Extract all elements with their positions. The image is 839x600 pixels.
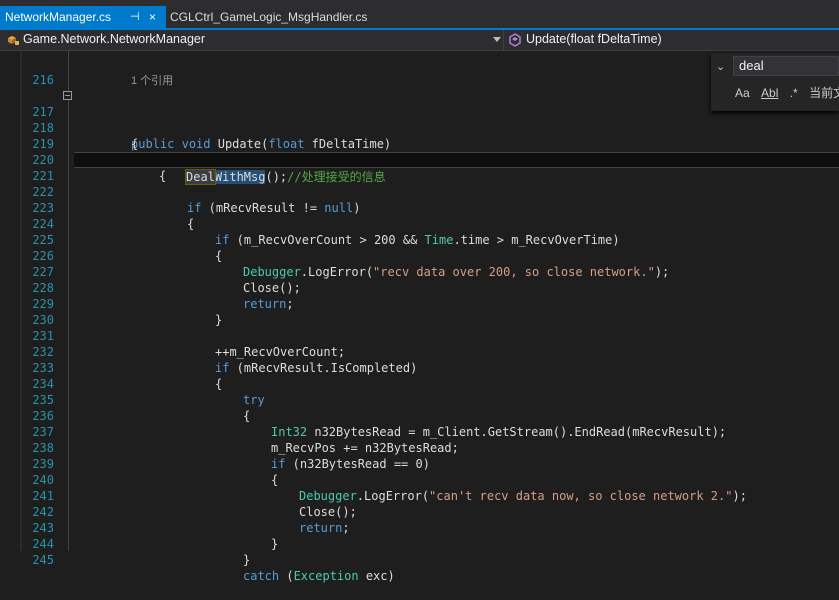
code-line: 232 if (mRecvResult.IsCompleted) (0, 328, 839, 375)
code-text: } (243, 553, 251, 567)
find-input[interactable]: deal (733, 56, 839, 76)
code-line: 243 } (0, 504, 839, 551)
code-line: 235 { (0, 376, 839, 423)
chevron-down-icon[interactable]: ⌄ (716, 60, 725, 73)
code-line: 244 } (0, 520, 839, 567)
code-line: 240 Debugger.LogError("can't recv data n… (0, 456, 839, 503)
code-line: 245 catch (Exception exc) (0, 536, 839, 583)
tab-msghandler[interactable]: CGLCtrl_GameLogic_MsgHandler.cs (170, 6, 367, 28)
code-line: 241 Close(); (0, 472, 839, 519)
tab-networkmanager[interactable]: NetworkManager.cs ⊣ × (0, 6, 166, 28)
code-line: 234 try (0, 360, 839, 407)
tab-label: CGLCtrl_GameLogic_MsgHandler.cs (170, 10, 368, 24)
code-line: 225 { (0, 216, 839, 263)
code-line: 238 if (n32BytesRead == 0) (0, 424, 839, 471)
code-line: 226 Debugger.LogError("recv data over 20… (0, 232, 839, 279)
code-line: 221 (0, 152, 60, 183)
code-line: 220 { (0, 136, 839, 183)
code-line: 239 { (0, 440, 839, 487)
code-line: 233 { (0, 344, 839, 391)
current-line: DealWithMsg();//处理接受的信息 (74, 152, 839, 185)
code-line: 229 } (0, 280, 839, 327)
dropdown-caret-icon[interactable] (493, 37, 501, 42)
codelens-references[interactable]: 1 个引用 (131, 72, 173, 88)
code-line: 223 { (0, 184, 839, 231)
whole-word-toggle[interactable]: Abl (761, 83, 778, 103)
line-number: 216 (32, 73, 54, 87)
code-line: 227 Close(); (0, 248, 839, 295)
tab-label: NetworkManager.cs (5, 10, 112, 24)
pin-icon[interactable]: ⊣ (130, 6, 140, 28)
search-scope[interactable]: 当前文 (809, 83, 839, 103)
find-widget: ⌄ deal Aa Abl .* 当前文 (711, 53, 839, 111)
tab-bar: NetworkManager.cs ⊣ × CGLCtrl_GameLogic_… (0, 0, 839, 28)
code-line: 242 return; (0, 488, 839, 535)
code-line: 224 if (m_RecvOverCount > 200 && Time.ti… (0, 200, 839, 247)
code-line: 219 if(m_Client != null) (0, 120, 839, 167)
code-line: 230 (0, 296, 839, 327)
line-number: 245 (32, 553, 54, 567)
close-icon[interactable]: × (149, 6, 156, 28)
find-options: Aa Abl .* 当前文 (735, 83, 839, 103)
regex-toggle[interactable]: .* (790, 83, 798, 103)
code-editor[interactable]: 216 1 个引用 217 public void Update(float f… (0, 51, 839, 583)
code-line: 231 ++m_RecvOverCount; (0, 312, 839, 359)
code-line: 237 m_RecvPos += n32BytesRead; (0, 408, 839, 455)
match-case-toggle[interactable]: Aa (735, 83, 750, 103)
code-text: catch (Exception exc) (243, 569, 395, 583)
collapse-icon[interactable] (63, 91, 72, 100)
code-line: 236 Int32 n32BytesRead = m_Client.GetStr… (0, 392, 839, 439)
code-line: 228 return; (0, 264, 839, 311)
code-line: 222 if (mRecvResult != null) (0, 168, 839, 215)
